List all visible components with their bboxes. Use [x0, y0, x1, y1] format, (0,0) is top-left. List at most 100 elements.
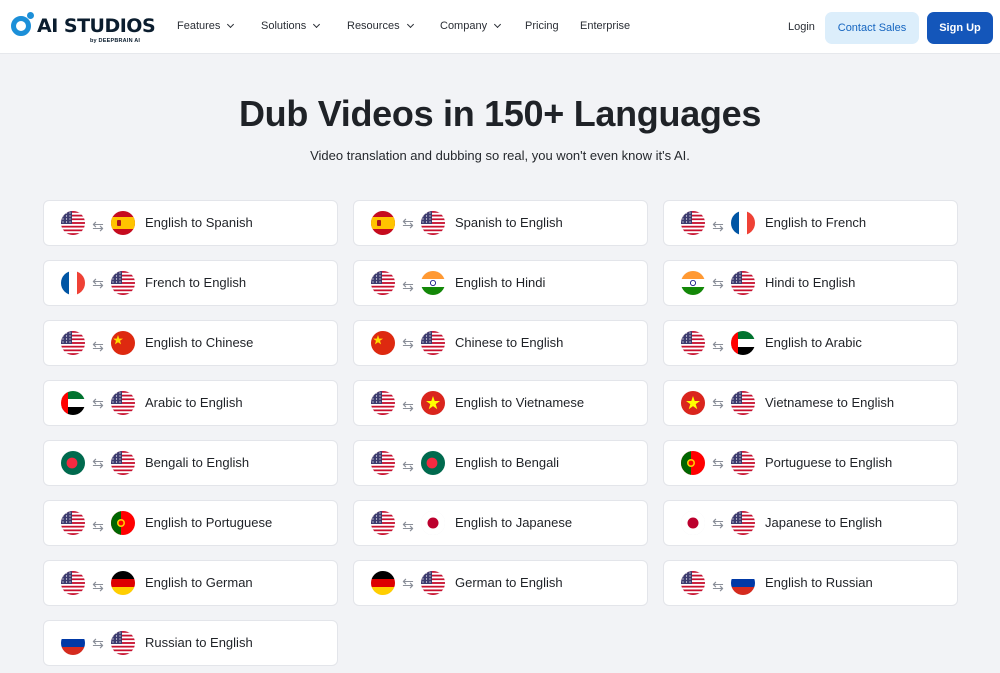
us-flag-icon	[731, 451, 755, 475]
us-flag-icon	[61, 331, 85, 355]
russia-flag-icon	[731, 571, 755, 595]
nav-resources[interactable]: Resources	[347, 20, 414, 32]
us-flag-icon	[421, 331, 445, 355]
language-pair-card[interactable]: ⇆ English to Arabic	[663, 320, 958, 366]
language-pair-card[interactable]: ⇆ English to Russian	[663, 560, 958, 606]
nav-features-label: Features	[177, 20, 221, 32]
swap-arrows-icon: ⇆	[92, 578, 104, 594]
germany-flag-icon	[111, 571, 135, 595]
language-pair-label: German to English	[455, 575, 563, 590]
language-pair-grid: ⇆ English to Spanish ⇆ Spanish to English ⇆ E…	[43, 200, 958, 666]
language-pair-card[interactable]: ⇆ German to English	[353, 560, 648, 606]
nav-solutions[interactable]: Solutions	[261, 20, 321, 32]
language-pair-card[interactable]: ⇆ French to English	[43, 260, 338, 306]
bangladesh-flag-icon	[61, 451, 85, 475]
language-pair-card[interactable]: ⇆ English to French	[663, 200, 958, 246]
nav-company-label: Company	[440, 20, 488, 32]
language-pair-card[interactable]: ⇆ English to Bengali	[353, 440, 648, 486]
us-flag-icon	[61, 571, 85, 595]
language-pair-card[interactable]: ⇆ Portuguese to English	[663, 440, 958, 486]
nav-enterprise-label: Enterprise	[580, 20, 631, 32]
language-pair-label: Chinese to English	[455, 335, 564, 350]
swap-arrows-icon: ⇆	[92, 455, 104, 471]
portugal-flag-icon	[111, 511, 135, 535]
germany-flag-icon	[371, 571, 395, 595]
chevron-down-icon	[227, 20, 235, 29]
us-flag-icon	[61, 511, 85, 535]
swap-arrows-icon: ⇆	[402, 575, 414, 591]
bangladesh-flag-icon	[421, 451, 445, 475]
language-pair-card[interactable]: ⇆ Vietnamese to English	[663, 380, 958, 426]
language-pair-label: Portuguese to English	[765, 455, 893, 470]
uae-flag-icon	[61, 391, 85, 415]
language-pair-card[interactable]: ⇆ Chinese to English	[353, 320, 648, 366]
login-link[interactable]: Login	[788, 21, 815, 33]
language-pair-card[interactable]: ⇆ Bengali to English	[43, 440, 338, 486]
top-navbar: AI STUDIOS by DEEPBRAIN AI Features Solu…	[0, 0, 1000, 54]
language-pair-card[interactable]: ⇆ English to Portuguese	[43, 500, 338, 546]
swap-arrows-icon: ⇆	[712, 578, 724, 594]
language-pair-card[interactable]: ⇆ English to Japanese	[353, 500, 648, 546]
swap-arrows-icon: ⇆	[402, 215, 414, 231]
swap-arrows-icon: ⇆	[402, 335, 414, 351]
language-pair-card[interactable]: ⇆ English to Hindi	[353, 260, 648, 306]
swap-arrows-icon: ⇆	[402, 278, 414, 294]
us-flag-icon	[371, 391, 395, 415]
japan-flag-icon	[421, 511, 445, 535]
japan-flag-icon	[681, 511, 705, 535]
language-pair-label: English to French	[765, 215, 867, 230]
language-pair-label: Arabic to English	[145, 395, 243, 410]
swap-arrows-icon: ⇆	[402, 458, 414, 474]
swap-arrows-icon: ⇆	[92, 338, 104, 354]
swap-arrows-icon: ⇆	[92, 218, 104, 234]
language-pair-label: Hindi to English	[765, 275, 856, 290]
sign-up-button[interactable]: Sign Up	[927, 12, 993, 44]
us-flag-icon	[111, 631, 135, 655]
france-flag-icon	[61, 271, 85, 295]
page-subtitle: Video translation and dubbing so real, y…	[310, 148, 690, 163]
brand-name: AI STUDIOS	[37, 15, 156, 37]
language-pair-card[interactable]: ⇆ English to Chinese	[43, 320, 338, 366]
us-flag-icon	[371, 511, 395, 535]
nav-pricing[interactable]: Pricing	[525, 20, 559, 32]
language-pair-label: Vietnamese to English	[765, 395, 895, 410]
swap-arrows-icon: ⇆	[712, 395, 724, 411]
language-pair-card[interactable]: ⇆ Japanese to English	[663, 500, 958, 546]
language-pair-card[interactable]: ⇆ English to Vietnamese	[353, 380, 648, 426]
nav-solutions-label: Solutions	[261, 20, 307, 32]
swap-arrows-icon: ⇆	[712, 515, 724, 531]
language-pair-label: English to Spanish	[145, 215, 253, 230]
swap-arrows-icon: ⇆	[712, 455, 724, 471]
language-pair-card[interactable]: ⇆ Hindi to English	[663, 260, 958, 306]
india-flag-icon	[681, 271, 705, 295]
brand-logo[interactable]: AI STUDIOS by DEEPBRAIN AI	[10, 12, 156, 46]
language-pair-card[interactable]: ⇆ English to German	[43, 560, 338, 606]
language-pair-label: English to German	[145, 575, 253, 590]
russia-flag-icon	[61, 631, 85, 655]
us-flag-icon	[111, 391, 135, 415]
language-pair-card[interactable]: ⇆ Arabic to English	[43, 380, 338, 426]
swap-arrows-icon: ⇆	[712, 275, 724, 291]
chevron-down-icon	[313, 20, 321, 29]
us-flag-icon	[111, 271, 135, 295]
nav-enterprise[interactable]: Enterprise	[580, 20, 630, 32]
nav-company[interactable]: Company	[440, 20, 502, 32]
spain-flag-icon	[111, 211, 135, 235]
language-pair-card[interactable]: ⇆ English to Spanish	[43, 200, 338, 246]
nav-pricing-label: Pricing	[525, 20, 559, 32]
contact-sales-button[interactable]: Contact Sales	[825, 12, 919, 44]
language-pair-label: English to Russian	[765, 575, 873, 590]
language-pair-card[interactable]: ⇆ Spanish to English	[353, 200, 648, 246]
us-flag-icon	[111, 451, 135, 475]
vietnam-flag-icon	[421, 391, 445, 415]
language-pair-card[interactable]: ⇆ Russian to English	[43, 620, 338, 666]
language-pair-label: English to Arabic	[765, 335, 862, 350]
swap-arrows-icon: ⇆	[402, 518, 414, 534]
us-flag-icon	[421, 571, 445, 595]
logo-dot-icon	[27, 12, 34, 19]
language-pair-label: English to Bengali	[455, 455, 560, 470]
spain-flag-icon	[371, 211, 395, 235]
nav-features[interactable]: Features	[177, 20, 235, 32]
us-flag-icon	[681, 331, 705, 355]
us-flag-icon	[731, 511, 755, 535]
